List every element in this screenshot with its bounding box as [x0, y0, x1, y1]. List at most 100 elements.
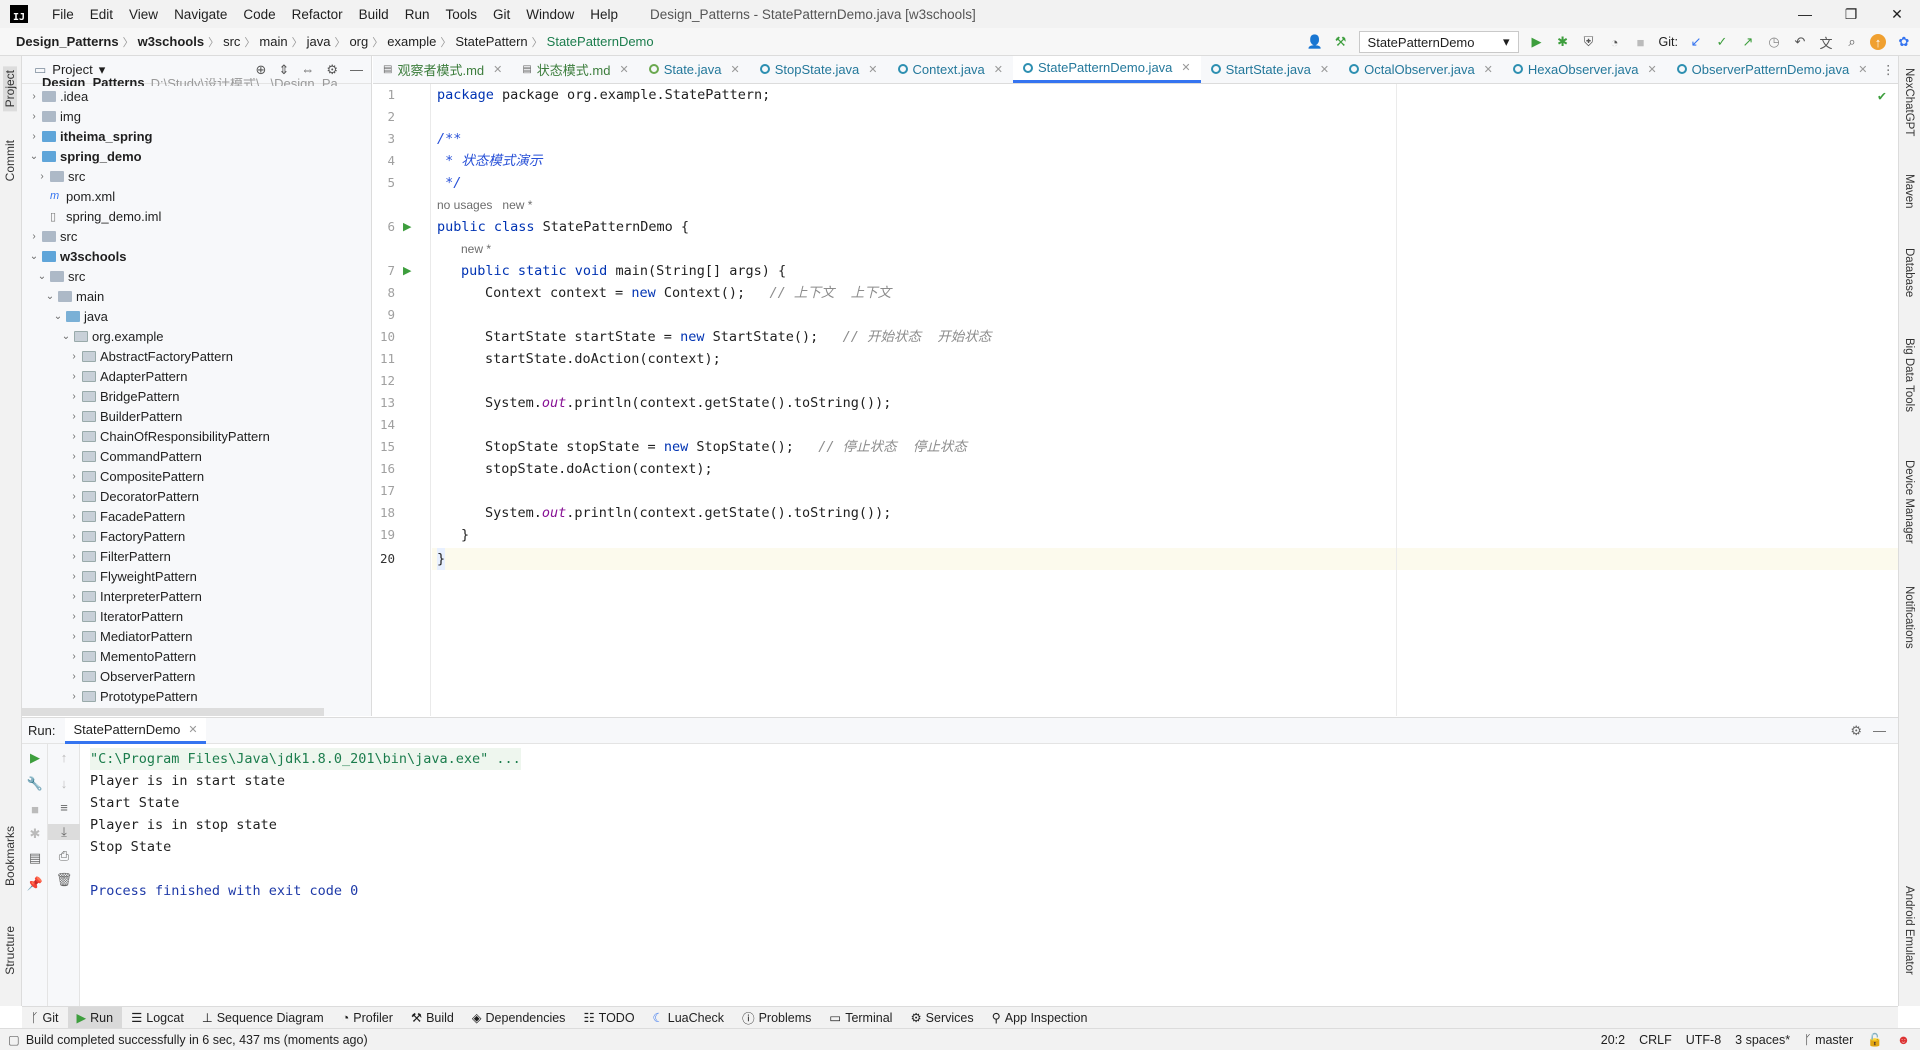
tree-row[interactable]: › src: [22, 166, 371, 186]
device-manager-tab[interactable]: Device Manager: [1903, 460, 1915, 544]
menu-git[interactable]: Git: [485, 7, 518, 22]
android-emulator-tab[interactable]: Android Emulator: [1903, 886, 1915, 975]
search-icon[interactable]: ⌕: [1844, 34, 1860, 50]
notifications-tab[interactable]: Notifications: [1903, 586, 1915, 649]
tree-row[interactable]: › FacadePattern: [22, 506, 371, 526]
tree-row[interactable]: › InterpreterPattern: [22, 586, 371, 606]
settings-icon[interactable]: ✿: [1896, 34, 1912, 50]
tree-row[interactable]: › BuilderPattern: [22, 406, 371, 426]
chevron-right-icon[interactable]: ›: [68, 531, 80, 542]
breadcrumb-item[interactable]: main: [255, 34, 291, 49]
tree-row[interactable]: › itheima_spring: [22, 126, 371, 146]
stop-icon[interactable]: ■: [22, 802, 48, 817]
line-number[interactable]: 12: [373, 373, 395, 388]
line-number[interactable]: 8: [373, 285, 395, 300]
no-problems-check-icon[interactable]: ✔: [1878, 88, 1886, 104]
tool-services[interactable]: ⚙ Services: [901, 1007, 982, 1029]
menu-help[interactable]: Help: [582, 7, 626, 22]
line-number[interactable]: 17: [373, 483, 395, 498]
update-icon[interactable]: ↑: [1870, 34, 1886, 50]
tree-row[interactable]: m pom.xml: [22, 186, 371, 206]
stop-icon[interactable]: ■: [1633, 34, 1649, 50]
tool-todo[interactable]: ☷ TODO: [574, 1007, 643, 1029]
tree-row[interactable]: › CompositePattern: [22, 466, 371, 486]
tree-row-root[interactable]: Design_Patterns D:\Study\设计模式\...\Design…: [22, 78, 371, 86]
tree-row[interactable]: ⌄ java: [22, 306, 371, 326]
menu-window[interactable]: Window: [518, 7, 582, 22]
tree-row[interactable]: › MementoPattern: [22, 646, 371, 666]
close-tab-icon[interactable]: ✕: [994, 63, 1003, 76]
chevron-right-icon[interactable]: ›: [68, 491, 80, 502]
breadcrumb-item[interactable]: Design_Patterns: [12, 34, 123, 49]
chevron-right-icon[interactable]: ›: [68, 391, 80, 402]
tree-row[interactable]: › AbstractFactoryPattern: [22, 346, 371, 366]
tool-sequence-diagram[interactable]: ⊥ Sequence Diagram: [193, 1007, 333, 1029]
intellij-logo-icon[interactable]: IJ: [10, 5, 28, 23]
structure-tool-tab[interactable]: Structure: [3, 926, 17, 975]
tree-row[interactable]: › FlyweightPattern: [22, 566, 371, 586]
tree-row[interactable]: ⌄ main: [22, 286, 371, 306]
minimize-button[interactable]: —: [1782, 0, 1828, 28]
chevron-right-icon[interactable]: ›: [28, 91, 40, 102]
editor-tab[interactable]: State.java ✕: [639, 56, 750, 83]
line-number[interactable]: 15: [373, 439, 395, 454]
soft-wrap-icon[interactable]: ≡: [48, 800, 80, 815]
line-number[interactable]: 7: [373, 263, 395, 278]
line-number[interactable]: 1: [373, 87, 395, 102]
breadcrumb-item[interactable]: org: [345, 34, 372, 49]
line-number[interactable]: 3: [373, 131, 395, 146]
bookmarks-tool-tab[interactable]: Bookmarks: [3, 826, 17, 886]
git-branch[interactable]: ᚴ master: [1804, 1033, 1853, 1047]
tree-row[interactable]: › PrototypePattern: [22, 686, 371, 706]
editor-tab[interactable]: OctalObserver.java ✕: [1339, 56, 1503, 83]
up-arrow-icon[interactable]: ↑: [48, 750, 80, 765]
chevron-down-icon[interactable]: ⌄: [28, 151, 40, 162]
menu-navigate[interactable]: Navigate: [166, 7, 235, 22]
tool-app-inspection[interactable]: ⚲ App Inspection: [983, 1007, 1097, 1029]
tree-row[interactable]: › MediatorPattern: [22, 626, 371, 646]
run-configuration-select[interactable]: StatePatternDemo ▾: [1358, 31, 1519, 53]
chevron-down-icon[interactable]: ⌄: [52, 311, 64, 322]
editor-tab[interactable]: HexaObserver.java ✕: [1503, 56, 1667, 83]
chevron-down-icon[interactable]: ⌄: [60, 331, 72, 342]
file-encoding[interactable]: UTF-8: [1686, 1033, 1721, 1047]
menu-build[interactable]: Build: [351, 7, 397, 22]
run-icon[interactable]: ▶: [1529, 34, 1545, 50]
tree-row[interactable]: › ObserverPattern: [22, 666, 371, 686]
close-tab-icon[interactable]: ✕: [619, 63, 628, 76]
chevron-right-icon[interactable]: ›: [68, 611, 80, 622]
maximize-button[interactable]: ❐: [1828, 0, 1874, 28]
nexchatgpt-tool-tab[interactable]: NexChatGPT: [1903, 68, 1915, 136]
status-square-icon[interactable]: ▢: [8, 1032, 20, 1047]
tool-logcat[interactable]: ☰ Logcat: [122, 1007, 193, 1029]
close-tab-icon[interactable]: ✕: [1320, 63, 1329, 76]
chevron-right-icon[interactable]: ›: [28, 131, 40, 142]
chevron-right-icon[interactable]: ›: [68, 411, 80, 422]
chevron-right-icon[interactable]: ›: [68, 671, 80, 682]
chevron-right-icon[interactable]: ›: [68, 371, 80, 382]
run-main-gutter-icon[interactable]: ▶: [403, 264, 411, 277]
chevron-down-icon[interactable]: ⌄: [28, 251, 40, 262]
author-hint[interactable]: new *: [502, 198, 532, 212]
close-tab-icon[interactable]: ✕: [731, 63, 740, 76]
rerun-icon[interactable]: ▶: [22, 750, 48, 766]
collapse-all-icon[interactable]: ⇔: [301, 62, 314, 78]
tool-run[interactable]: ▶ Run: [67, 1006, 123, 1029]
down-arrow-icon[interactable]: ↓: [48, 776, 80, 791]
inlay-hint-author[interactable]: new *: [461, 238, 491, 260]
user-icon[interactable]: 👤: [1306, 34, 1322, 50]
gear-icon[interactable]: ⚙: [326, 62, 338, 78]
tool-dependencies[interactable]: ◈ Dependencies: [463, 1007, 575, 1029]
close-tab-icon[interactable]: ✕: [1181, 61, 1190, 74]
chevron-right-icon[interactable]: ›: [36, 171, 48, 182]
breadcrumb-item[interactable]: src: [219, 34, 244, 49]
editor-tab[interactable]: StatePatternDemo.java ✕: [1013, 56, 1201, 83]
tree-row[interactable]: › .idea: [22, 86, 371, 106]
chevron-right-icon[interactable]: ›: [68, 651, 80, 662]
line-number[interactable]: 20: [373, 551, 395, 566]
layout-icon[interactable]: ▤: [22, 850, 48, 866]
hide-icon[interactable]: —: [350, 62, 363, 78]
editor-tab[interactable]: ▤ 状态模式.md ✕: [512, 56, 638, 83]
menu-refactor[interactable]: Refactor: [284, 7, 351, 22]
tree-row[interactable]: › img: [22, 106, 371, 126]
